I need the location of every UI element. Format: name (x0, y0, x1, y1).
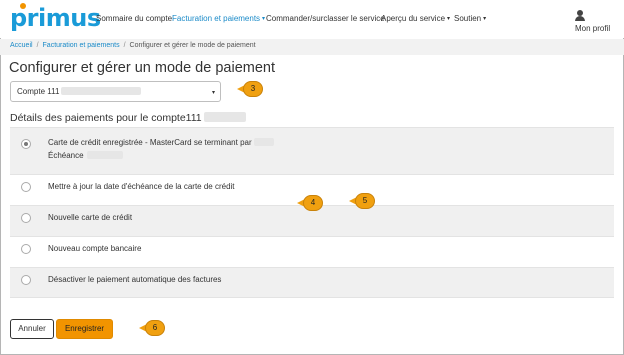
nav-sommaire-du-compte[interactable]: Sommaire du compte (96, 14, 172, 23)
chevron-down-icon: ▾ (211, 90, 215, 96)
payment-option-saved-card[interactable]: Carte de crédit enregistrée - MasterCard… (10, 127, 614, 174)
radio-update-expiry[interactable] (21, 182, 31, 192)
top-navigation-bar: primus Sommaire du compte Facturation et… (0, 0, 624, 38)
page-title: Configurer et gérer un mode de paiement (9, 60, 275, 76)
payment-option-label: Carte de crédit enregistrée - MasterCard… (48, 138, 274, 147)
chevron-down-icon: ▾ (483, 16, 487, 22)
breadcrumb-current: Configurer et gérer le mode de paiement (129, 42, 256, 49)
callout-marker-6: 6 (139, 320, 165, 336)
logo-accent-dot (20, 3, 26, 9)
breadcrumb-bar: Accueil / Facturation et paiements / Configu… (0, 39, 624, 55)
radio-new-bank-account[interactable] (21, 244, 31, 254)
nav-soutien[interactable]: Soutien ▾ (454, 14, 486, 23)
save-button[interactable]: Enregistrer (56, 319, 113, 339)
breadcrumb-link-facturation[interactable]: Facturation et paiements (43, 42, 120, 49)
cancel-button[interactable]: Annuler (10, 319, 54, 339)
payment-option-new-bank-account[interactable]: Nouveau compte bancaire (10, 236, 614, 267)
payment-option-label: Nouveau compte bancaire (48, 244, 142, 253)
radio-saved-card[interactable] (21, 139, 31, 149)
user-icon[interactable] (575, 10, 585, 22)
account-select[interactable]: Compte 111 ▾ (10, 81, 221, 102)
redacted-account-number (61, 87, 142, 95)
payment-option-disable-autopay[interactable]: Désactiver le paiement automatique des f… (10, 267, 614, 298)
chevron-down-icon: ▾ (447, 16, 451, 22)
nav-commander-surclasser[interactable]: Commander/surclasser le service (266, 14, 385, 23)
nav-apercu-du-service[interactable]: Aperçu du service ▾ (381, 14, 450, 23)
breadcrumb-link-accueil[interactable]: Accueil (10, 42, 33, 49)
payment-details-heading: Détails des paiements pour le compte111 (10, 112, 246, 124)
redacted-card-digits (253, 138, 274, 146)
payment-option-sublabel: Échéance (48, 151, 123, 160)
chevron-down-icon: ▾ (262, 16, 266, 22)
radio-disable-autopay[interactable] (21, 275, 31, 285)
account-select-value: Compte 111 (17, 87, 142, 96)
payment-option-label: Mettre à jour la date d'échéance de la c… (48, 182, 235, 191)
breadcrumb-separator: / (36, 42, 39, 49)
callout-marker-3: 3 (237, 81, 263, 97)
breadcrumb: Accueil / Facturation et paiements / Configu… (10, 42, 256, 49)
redacted-expiry-date (86, 151, 123, 159)
callout-marker-5: 5 (349, 193, 375, 209)
breadcrumb-separator: / (123, 42, 126, 49)
radio-new-card[interactable] (21, 213, 31, 223)
payment-option-label: Désactiver le paiement automatique des f… (48, 275, 222, 284)
user-icon-body (575, 16, 585, 21)
callout-marker-4: 4 (297, 195, 323, 211)
redacted-account-number (203, 112, 246, 122)
profile-menu-label[interactable]: Mon profil (575, 24, 610, 33)
payment-option-label: Nouvelle carte de crédit (48, 213, 133, 222)
nav-facturation-et-paiements[interactable]: Facturation et paiements ▾ (172, 14, 265, 23)
